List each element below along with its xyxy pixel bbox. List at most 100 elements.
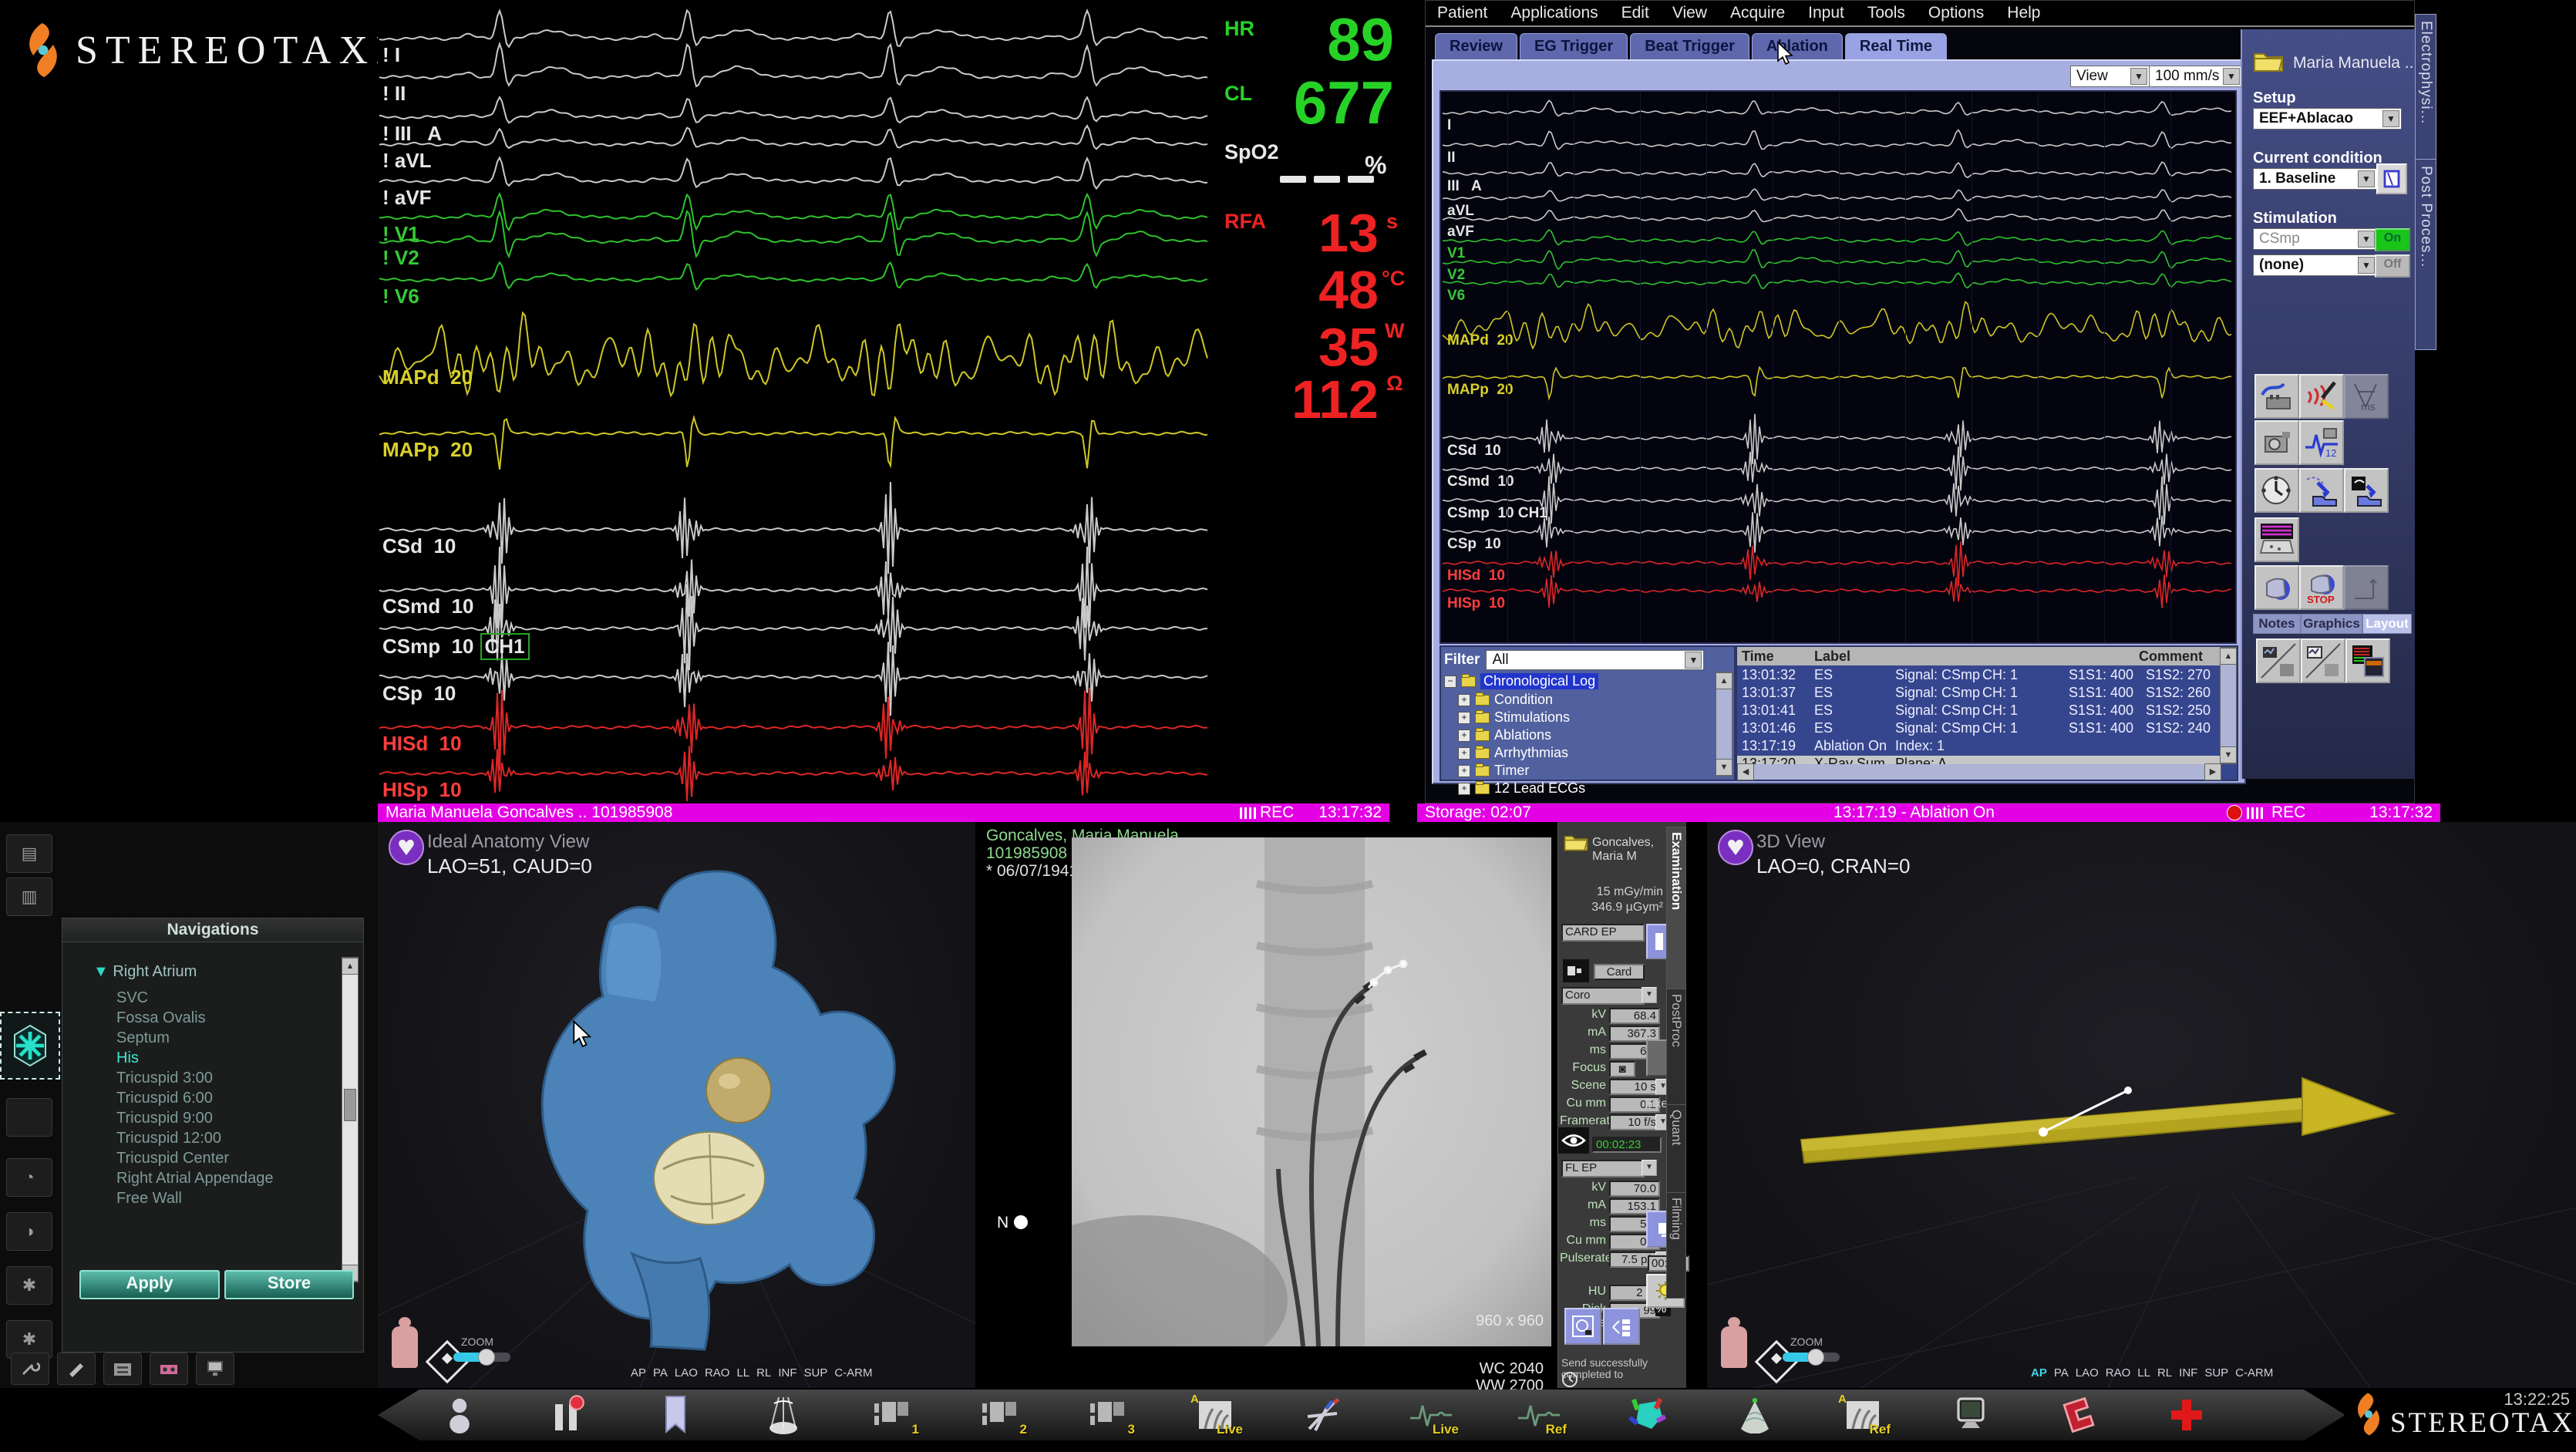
log-row[interactable]: 13:01:41ESSignal: CSmpCH: 1S1S1: 400S1S2… bbox=[1737, 702, 2221, 720]
orientation-inf[interactable]: INF bbox=[778, 1366, 796, 1380]
screen-layout-button-2[interactable]: 2 bbox=[971, 1393, 1027, 1437]
condition-dropdown[interactable]: 1. Baseline▼ bbox=[2253, 168, 2377, 190]
nav-item-right-atrial-appendage[interactable]: Right Atrial Appendage bbox=[116, 1170, 274, 1188]
emergency-cross-button[interactable] bbox=[2159, 1393, 2214, 1437]
nav-item-fossa-ovalis[interactable]: Fossa Ovalis bbox=[116, 1009, 206, 1027]
left-strip-icon-0[interactable]: ▤ bbox=[6, 834, 52, 873]
pause-record-button[interactable] bbox=[540, 1393, 595, 1437]
nav-item-tricuspid-12-00[interactable]: Tricuspid 12:00 bbox=[116, 1130, 221, 1147]
chevron-down-icon[interactable]: ▼ bbox=[2130, 68, 2147, 85]
nav-root-item[interactable]: ▼ Right Atrium bbox=[93, 963, 197, 981]
tab-real-time[interactable]: Real Time bbox=[1845, 33, 1947, 59]
tree-expand-icon[interactable]: + bbox=[1458, 765, 1470, 777]
orientation-inf[interactable]: INF bbox=[2179, 1366, 2197, 1380]
catheters-button[interactable] bbox=[1295, 1393, 1351, 1437]
menu-help[interactable]: Help bbox=[1995, 4, 2052, 22]
session-button[interactable] bbox=[432, 1393, 487, 1437]
recorder-button[interactable] bbox=[2254, 565, 2299, 610]
tab-review[interactable]: Review bbox=[1435, 33, 1517, 59]
tab-postproc[interactable]: PostProc bbox=[1666, 989, 1686, 1107]
wrench-icon[interactable] bbox=[11, 1353, 49, 1385]
menu-tools[interactable]: Tools bbox=[1856, 4, 1917, 22]
clock-button[interactable] bbox=[2254, 468, 2299, 513]
nav-item-tricuspid-3-00[interactable]: Tricuspid 3:00 bbox=[116, 1070, 213, 1087]
orientation-c-arm[interactable]: C-ARM bbox=[834, 1366, 872, 1380]
cassette-icon[interactable] bbox=[150, 1353, 188, 1385]
tree-scrollbar[interactable]: ▲▼ bbox=[1716, 672, 1732, 777]
save-undo-button[interactable] bbox=[2344, 468, 2389, 513]
stim2-dropdown[interactable]: (none)▼ bbox=[2253, 254, 2377, 276]
layout-review-button[interactable] bbox=[2345, 638, 2390, 683]
tree-expand-icon[interactable]: + bbox=[1458, 783, 1470, 795]
orientation-ll[interactable]: LL bbox=[2137, 1366, 2150, 1380]
chevron-down-icon[interactable]: ▼ bbox=[1642, 987, 1657, 1003]
left-strip-icon-5[interactable]: ✱ bbox=[6, 1266, 52, 1305]
chevron-down-icon[interactable]: ▼ bbox=[2358, 257, 2375, 274]
tree-item-12-lead-ecgs[interactable]: +12 Lead ECGs bbox=[1458, 780, 1585, 797]
menu-options[interactable]: Options bbox=[1917, 4, 1995, 22]
left-strip-icon-2[interactable] bbox=[6, 1098, 52, 1137]
nav-item-tricuspid-9-00[interactable]: Tricuspid 9:00 bbox=[116, 1110, 213, 1127]
orientation-rao[interactable]: RAO bbox=[705, 1366, 730, 1380]
chevron-down-icon[interactable]: ▼ bbox=[2358, 170, 2375, 187]
tab-post-processing[interactable]: Post Proces... bbox=[2415, 159, 2436, 350]
caliper-ms-button[interactable]: ms bbox=[2344, 374, 2389, 419]
orientation-ap[interactable]: AP bbox=[631, 1366, 646, 1380]
cable-button[interactable] bbox=[2254, 374, 2299, 419]
store-button[interactable]: Store bbox=[224, 1270, 354, 1299]
magnetic-navigation-icon[interactable] bbox=[0, 1012, 60, 1080]
tree-item-condition[interactable]: +Condition bbox=[1458, 692, 1553, 708]
stim-on-button[interactable]: On bbox=[2375, 228, 2410, 251]
menu-patient[interactable]: Patient bbox=[1426, 4, 1499, 22]
left-strip-icon-1[interactable]: ▥ bbox=[6, 878, 52, 916]
chevron-down-icon[interactable]: ▼ bbox=[2382, 110, 2399, 127]
drawer-icon[interactable] bbox=[103, 1353, 142, 1385]
xray-beam-button[interactable] bbox=[756, 1393, 811, 1437]
save-map-button[interactable] bbox=[2299, 468, 2344, 513]
nav-item-tricuspid-6-00[interactable]: Tricuspid 6:00 bbox=[116, 1090, 213, 1107]
tab-examination[interactable]: Examination bbox=[1666, 827, 1686, 992]
patient-folder-icon[interactable] bbox=[1563, 833, 1589, 851]
zoom-slider[interactable] bbox=[1783, 1353, 1840, 1362]
patient-folder-icon[interactable] bbox=[2253, 49, 2284, 72]
orientation-ll[interactable]: LL bbox=[736, 1366, 749, 1380]
screen-layout-button-3[interactable]: 3 bbox=[1079, 1393, 1135, 1437]
orientation-lao[interactable]: LAO bbox=[675, 1366, 698, 1380]
table-hscrollbar[interactable]: ◀▶ bbox=[1737, 764, 2221, 780]
tab-beat-trigger[interactable]: Beat Trigger bbox=[1630, 33, 1749, 59]
transfer-button[interactable] bbox=[1603, 1308, 1640, 1345]
apply-button[interactable]: Apply bbox=[79, 1270, 220, 1299]
xray-image-button-live[interactable]: ALive bbox=[1187, 1393, 1243, 1437]
layout-split-2-button[interactable] bbox=[2301, 638, 2345, 683]
camera-button[interactable] bbox=[2254, 420, 2299, 465]
xray-image-button-ref[interactable]: ARef bbox=[1835, 1393, 1891, 1437]
chevron-down-icon[interactable]: ▼ bbox=[1685, 652, 1702, 669]
tree-item-timer[interactable]: +Timer bbox=[1458, 763, 1529, 779]
tree-root[interactable]: −Chronological Log bbox=[1444, 673, 1598, 689]
log-row[interactable]: 13:17:19Ablation OnIndex: 1 bbox=[1737, 738, 2221, 756]
ecg-wave-button-live[interactable]: Live bbox=[1403, 1393, 1459, 1437]
zoom-slider[interactable] bbox=[453, 1353, 510, 1362]
tree-expand-icon[interactable]: + bbox=[1458, 694, 1470, 706]
tree-collapse-icon[interactable]: − bbox=[1444, 675, 1456, 688]
orientation-c-arm[interactable]: C-ARM bbox=[2235, 1366, 2273, 1380]
tree-expand-icon[interactable]: + bbox=[1458, 712, 1470, 724]
layout-split-1-button[interactable] bbox=[2256, 638, 2301, 683]
rf-catheter-button[interactable] bbox=[2299, 374, 2344, 419]
setup-dropdown[interactable]: EEF+Ablacao▼ bbox=[2253, 108, 2402, 130]
stim-signal-dropdown[interactable]: CSmp▼ bbox=[2253, 228, 2377, 250]
orientation-pa[interactable]: PA bbox=[2054, 1366, 2069, 1380]
tab-eg-trigger[interactable]: EG Trigger bbox=[1520, 33, 1628, 59]
tree-item-ablations[interactable]: +Ablations bbox=[1458, 727, 1551, 743]
map-3d-button[interactable] bbox=[1619, 1393, 1675, 1437]
tab-ablation[interactable]: Ablation bbox=[1752, 33, 1843, 59]
menu-edit[interactable]: Edit bbox=[1610, 4, 1661, 22]
log-row[interactable]: 13:01:37ESSignal: CSmpCH: 1S1S1: 400S1S2… bbox=[1737, 685, 2221, 702]
nav-scrollbar[interactable]: ▲▼ bbox=[342, 957, 359, 1282]
ultrasound-button[interactable] bbox=[1727, 1393, 1783, 1437]
tree-expand-icon[interactable]: ▼ bbox=[93, 963, 113, 980]
menu-applications[interactable]: Applications bbox=[1499, 4, 1609, 22]
left-strip-icon-3[interactable]: ◔ bbox=[6, 1158, 52, 1197]
corner-button[interactable] bbox=[2344, 565, 2389, 610]
sweep-speed-dropdown[interactable]: 100 mm/s▼ bbox=[2149, 66, 2242, 87]
